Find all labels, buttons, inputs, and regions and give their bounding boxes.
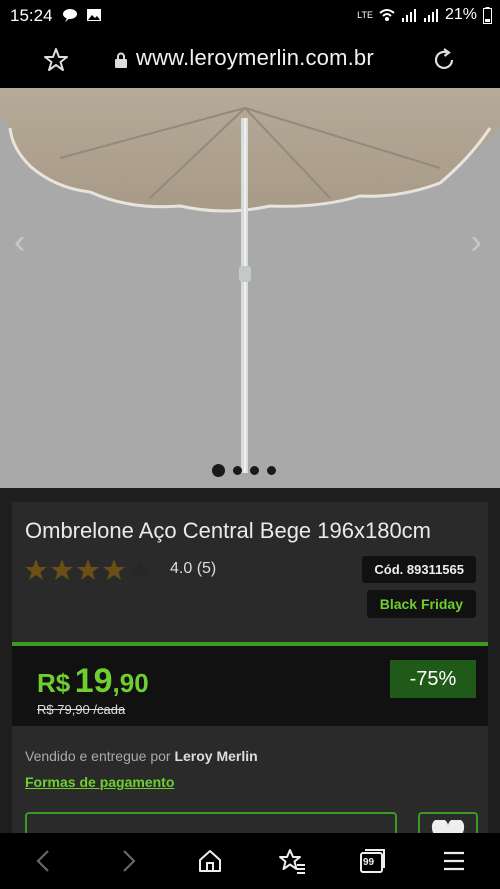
- gallery-dot-4[interactable]: [267, 466, 276, 475]
- seller-prefix: Vendido e entregue por: [25, 748, 171, 764]
- star-icon[interactable]: [42, 46, 70, 74]
- image-icon: [87, 9, 101, 21]
- tabs-count: 99: [363, 857, 375, 868]
- price-integer: 19: [74, 662, 113, 700]
- bookmarks-icon[interactable]: [278, 847, 306, 875]
- battery-level: 21%: [444, 6, 477, 23]
- chat-bubble-icon: [63, 9, 77, 22]
- gallery-dot-3[interactable]: [250, 466, 259, 475]
- forward-icon[interactable]: [114, 847, 142, 875]
- black-friday-badge: Black Friday: [366, 590, 476, 618]
- home-icon[interactable]: [196, 847, 224, 875]
- menu-icon[interactable]: [440, 847, 468, 875]
- status-right: LTE 21%: [357, 6, 492, 24]
- tabs-icon[interactable]: 99: [358, 847, 386, 875]
- gallery-dot-1[interactable]: [212, 464, 225, 477]
- price-box: R$ 19,90 R$ 79,90 /cada -75%: [12, 646, 488, 726]
- product-card: Ombrelone Aço Central Bege 196x180cm 4.0…: [12, 502, 488, 856]
- status-bar: 15:24 LTE 21%: [0, 0, 500, 32]
- signal-icon-2: [423, 9, 438, 22]
- url-text[interactable]: www.leroymerlin.com.br: [136, 45, 374, 71]
- battery-icon: [483, 6, 492, 24]
- seller-info: Vendido e entregue por Leroy Merlin: [25, 748, 258, 764]
- wifi-icon: [379, 9, 395, 21]
- gallery-next-arrow[interactable]: ›: [471, 223, 482, 262]
- notification-icons: [62, 7, 102, 23]
- product-info-section: Ombrelone Aço Central Bege 196x180cm 4.0…: [0, 488, 500, 856]
- rating-text[interactable]: 4.0 (5): [170, 560, 216, 578]
- product-code: Cód. 89311565: [362, 556, 476, 583]
- status-time: 15:24: [10, 6, 53, 25]
- network-label: LTE: [357, 9, 373, 20]
- rating-stars[interactable]: [24, 558, 152, 582]
- lock-icon: [115, 52, 127, 68]
- star-empty-icon: [129, 559, 151, 580]
- star-filled-icon: [25, 559, 47, 580]
- product-image-gallery[interactable]: ‹ ›: [0, 88, 500, 488]
- price: R$ 19,90: [37, 662, 149, 701]
- gallery-dot-2[interactable]: [233, 466, 242, 475]
- back-icon[interactable]: [30, 847, 58, 875]
- payment-options-link[interactable]: Formas de pagamento: [25, 774, 174, 790]
- discount-badge: -75%: [390, 660, 476, 698]
- gallery-pagination: [212, 464, 276, 477]
- seller-name: Leroy Merlin: [174, 748, 258, 764]
- browser-bottom-nav: 99: [0, 833, 500, 889]
- signal-icon: [401, 9, 416, 22]
- product-image: [0, 88, 500, 488]
- old-price: R$ 79,90 /cada: [37, 702, 126, 717]
- star-filled-icon: [51, 559, 73, 580]
- reload-icon[interactable]: [430, 46, 458, 74]
- star-filled-icon: [77, 559, 99, 580]
- price-cents: ,90: [112, 668, 149, 698]
- product-title: Ombrelone Aço Central Bege 196x180cm: [25, 518, 432, 543]
- star-filled-icon: [103, 559, 125, 580]
- price-currency: R$: [37, 668, 71, 698]
- browser-url-bar: www.leroymerlin.com.br: [0, 32, 500, 88]
- gallery-prev-arrow[interactable]: ‹: [14, 223, 25, 262]
